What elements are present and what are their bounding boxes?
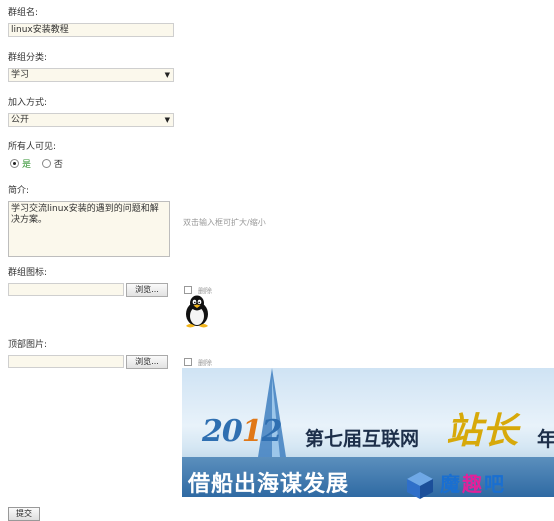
group-icon-label: 群组图标: — [8, 268, 48, 278]
group-name-label: 群组名: — [8, 8, 39, 18]
group-icon-file-input[interactable] — [8, 283, 124, 296]
join-method-label: 加入方式: — [8, 98, 48, 108]
watermark-name: 魔趣吧 — [440, 468, 506, 497]
site-watermark: 魔趣吧 www.moqu8.com — [400, 468, 554, 518]
header-image-browse-button[interactable]: 浏览... — [126, 355, 168, 369]
banner-year-a: 20 — [202, 414, 243, 449]
chevron-down-icon: ▼ — [164, 71, 170, 79]
group-icon-delete-checkbox[interactable] — [184, 286, 192, 294]
watermark-name-b: 趣 — [462, 472, 484, 496]
intro-label: 简介: — [8, 186, 30, 196]
banner-big-text: 站长 — [446, 411, 519, 452]
banner-tail: 年 — [537, 427, 554, 451]
watermark-name-c: 吧 — [484, 472, 506, 496]
watermark-name-a: 魔 — [440, 472, 462, 496]
join-method-select[interactable]: 公开 ▼ — [8, 113, 174, 127]
header-image-delete-checkbox[interactable] — [184, 358, 192, 366]
banner-year-c: 2 — [261, 414, 283, 449]
header-image-delete-label: 删除 — [198, 359, 212, 367]
intro-textarea[interactable]: 学习交流linux安装的遇到的问题和解决方案。 — [8, 201, 170, 257]
group-icon-browse-button[interactable]: 浏览... — [126, 283, 168, 297]
category-select-value: 学习 — [11, 70, 30, 80]
banner-slogan: 借船出海谋发展 — [188, 472, 350, 497]
group-name-input[interactable]: linux安装教程 — [8, 23, 174, 37]
banner-year-b: 1 — [241, 414, 263, 449]
category-select[interactable]: 学习 ▼ — [8, 68, 174, 82]
submit-button[interactable]: 提交 — [8, 507, 40, 521]
join-method-select-value: 公开 — [11, 115, 30, 125]
watermark-url: www.moqu8.com — [408, 500, 524, 514]
visible-no-label: 否 — [53, 160, 63, 170]
intro-hint: 双击输入框可扩大/缩小 — [183, 218, 266, 227]
category-label: 群组分类: — [8, 53, 48, 63]
chevron-down-icon: ▼ — [164, 116, 170, 124]
banner-title: 第七届互联网 — [305, 428, 420, 450]
tux-penguin-icon — [186, 295, 208, 328]
visible-radio-group: 是 否 — [10, 157, 71, 170]
visible-label: 所有人可见: — [8, 142, 57, 152]
visible-no-radio[interactable] — [41, 159, 51, 168]
banner-year: 2012 — [202, 414, 282, 449]
header-image-file-input[interactable] — [8, 355, 124, 368]
visible-yes-radio[interactable] — [10, 159, 19, 168]
header-image-label: 顶部图片: — [8, 340, 48, 350]
visible-yes-label: 是 — [22, 160, 32, 170]
cube-logo-icon — [407, 472, 433, 499]
